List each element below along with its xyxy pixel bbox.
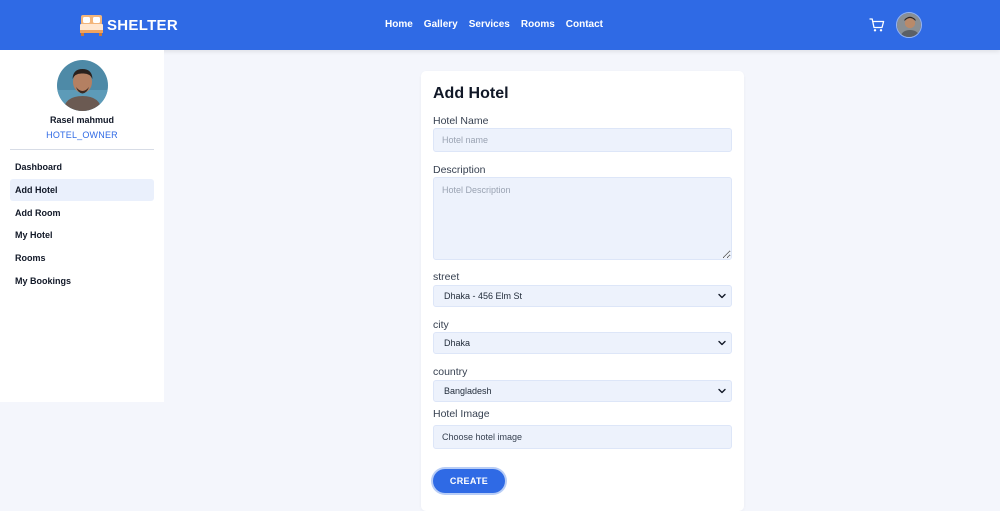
top-navbar: SHELTER Home Gallery Services Rooms Cont…: [0, 0, 1000, 50]
nav-user-avatar[interactable]: [896, 12, 922, 38]
add-hotel-form: Add Hotel Hotel Name Description street …: [421, 71, 744, 511]
country-label: country: [433, 366, 468, 378]
hotel-name-input[interactable]: [433, 128, 732, 152]
sidebar: Rasel mahmud HOTEL_OWNER Dashboard Add H…: [0, 50, 164, 402]
sidebar-divider: [10, 149, 154, 150]
city-selected-value: Dhaka: [444, 338, 471, 348]
brand-name: SHELTER: [107, 16, 178, 34]
chevron-down-icon: [718, 293, 726, 299]
sidebar-item-rooms[interactable]: Rooms: [10, 247, 154, 269]
sidebar-item-dashboard[interactable]: Dashboard: [10, 156, 154, 178]
nav-link-services[interactable]: Services: [469, 18, 510, 32]
nav-link-home[interactable]: Home: [385, 18, 413, 32]
profile-photo-icon: [57, 60, 108, 111]
street-selected-value: Dhaka - 456 Elm St: [444, 291, 523, 301]
nav-link-rooms[interactable]: Rooms: [521, 18, 555, 32]
hotel-image-label: Hotel Image: [433, 408, 490, 420]
street-select[interactable]: Dhaka - 456 Elm St: [433, 285, 732, 307]
form-title: Add Hotel: [433, 85, 509, 102]
avatar-photo-icon: [897, 13, 921, 37]
hotel-name-label: Hotel Name: [433, 115, 489, 127]
chevron-down-icon: [718, 388, 726, 394]
bed-logo-icon: [80, 15, 103, 36]
profile-avatar: [57, 60, 108, 111]
country-selected-value: Bangladesh: [444, 386, 492, 396]
sidebar-menu: Dashboard Add Hotel Add Room My Hotel Ro…: [10, 156, 154, 293]
street-label: street: [433, 271, 460, 283]
sidebar-item-my-bookings[interactable]: My Bookings: [10, 270, 154, 292]
hotel-image-input[interactable]: Choose hotel image: [433, 425, 732, 449]
hotel-image-placeholder: Choose hotel image: [442, 432, 523, 442]
nav-link-gallery[interactable]: Gallery: [424, 18, 458, 32]
nav-link-contact[interactable]: Contact: [566, 18, 603, 32]
cart-icon[interactable]: [869, 17, 885, 33]
nav-links: Home Gallery Services Rooms Contact: [385, 18, 603, 32]
user-name: Rasel mahmud: [49, 115, 115, 125]
city-select[interactable]: Dhaka: [433, 332, 732, 354]
description-label: Description: [433, 164, 486, 176]
sidebar-item-add-hotel[interactable]: Add Hotel: [10, 178, 154, 201]
country-select[interactable]: Bangladesh: [433, 380, 732, 402]
sidebar-item-my-hotel[interactable]: My Hotel: [10, 224, 154, 246]
chevron-down-icon: [718, 340, 726, 346]
sidebar-item-add-room[interactable]: Add Room: [10, 202, 154, 224]
description-textarea[interactable]: [433, 177, 732, 260]
user-role: HOTEL_OWNER: [46, 130, 118, 140]
create-button[interactable]: CREATE: [433, 469, 505, 493]
brand[interactable]: SHELTER: [79, 13, 178, 37]
city-label: city: [433, 319, 449, 331]
